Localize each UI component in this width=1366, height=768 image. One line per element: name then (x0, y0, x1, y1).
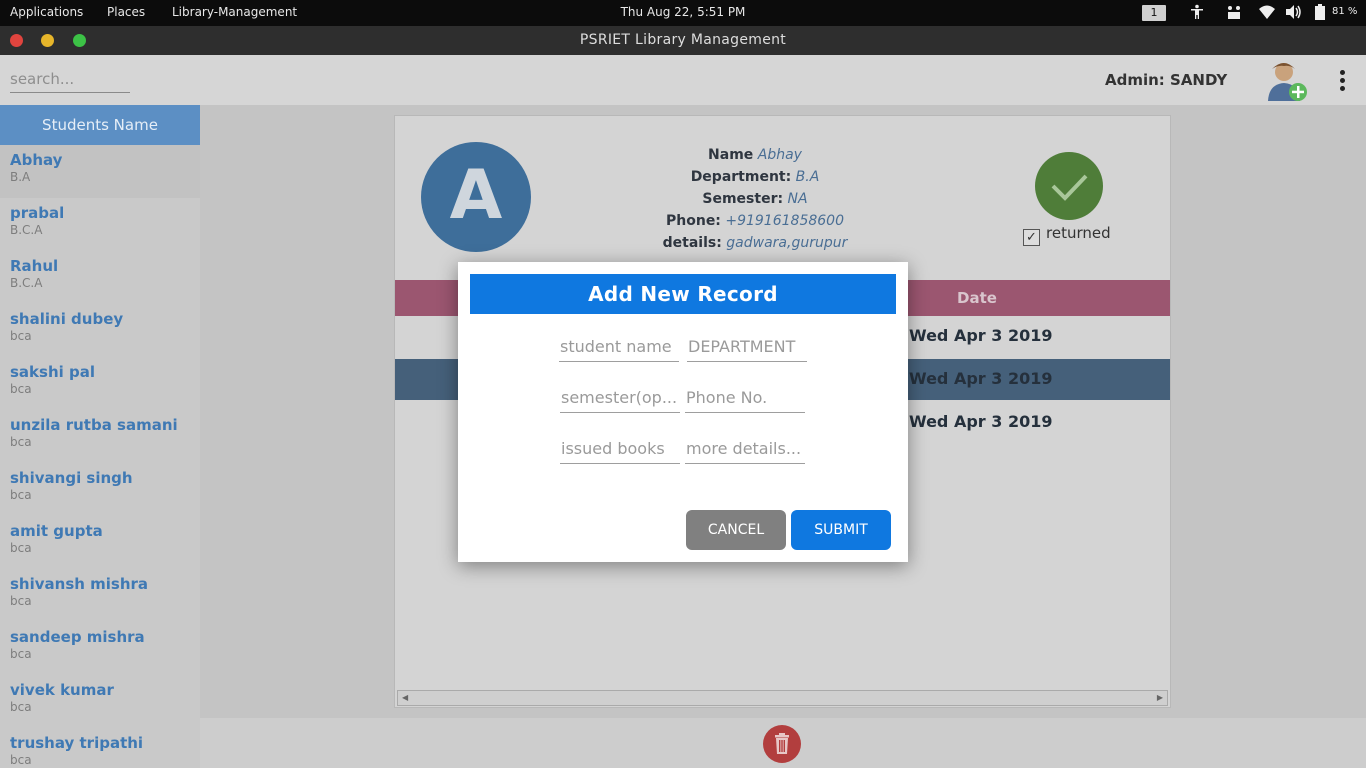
wifi-icon[interactable] (1258, 4, 1276, 22)
semester-value: NA (787, 191, 808, 207)
student-item[interactable]: trushay tripathi bca (0, 728, 200, 768)
student-name: Rahul (10, 257, 59, 275)
student-info: Name Abhay Department: B.A Semester: NA … (605, 144, 905, 254)
student-name-field[interactable] (559, 332, 679, 362)
student-dept: bca (10, 541, 32, 555)
phone-field[interactable] (685, 383, 805, 413)
student-item[interactable]: sakshi pal bca (0, 357, 200, 410)
details-label: details: (662, 235, 722, 251)
student-dept: B.A (10, 170, 31, 184)
student-dept: bca (10, 700, 32, 714)
students-list-header: Students Name (0, 105, 200, 145)
checkbox-check-icon[interactable]: ✓ (1023, 229, 1040, 246)
details-value: gadwara,gurupur (726, 235, 848, 251)
student-name: vivek kumar (10, 681, 114, 699)
cancel-button[interactable]: CANCEL (686, 510, 786, 550)
student-name: Abhay (10, 151, 63, 169)
student-dept: B.C.A (10, 276, 43, 290)
student-item[interactable]: unzila rutba samani bca (0, 410, 200, 463)
date-cell: Wed Apr 3 2019 (909, 412, 1053, 431)
student-dept: bca (10, 753, 32, 767)
admin-label: Admin: SANDY (1105, 71, 1228, 89)
add-user-button[interactable] (1266, 59, 1310, 103)
scroll-right-icon[interactable]: ▶ (1157, 693, 1163, 702)
department-value: B.A (795, 169, 820, 185)
trash-icon (775, 733, 789, 754)
search-input[interactable] (10, 66, 130, 93)
student-item[interactable]: prabal B.C.A (0, 198, 200, 251)
submit-button[interactable]: SUBMIT (791, 510, 891, 550)
date-cell: Wed Apr 3 2019 (909, 326, 1053, 345)
student-name: sakshi pal (10, 363, 95, 381)
department-field[interactable] (687, 332, 807, 362)
student-item[interactable]: shivansh mishra bca (0, 569, 200, 622)
returned-label: returned (1046, 224, 1111, 242)
more-details-field[interactable] (685, 434, 805, 464)
student-item[interactable]: sandeep mishra bca (0, 622, 200, 675)
phone-value: +919161858600 (725, 213, 844, 229)
add-record-dialog: Add New Record CANCEL SUBMIT (458, 262, 908, 562)
network-tray-icon[interactable] (1225, 4, 1243, 22)
student-dept: bca (10, 329, 32, 343)
student-item[interactable]: amit gupta bca (0, 516, 200, 569)
delete-button[interactable] (763, 725, 801, 763)
students-sidebar: Students Name Abhay B.A prabal B.C.A Rahul… (0, 105, 200, 768)
accessibility-icon[interactable] (1188, 4, 1206, 22)
student-dept: bca (10, 594, 32, 608)
date-cell: Wed Apr 3 2019 (909, 369, 1053, 388)
student-name: unzila rutba samani (10, 416, 178, 434)
student-name: amit gupta (10, 522, 103, 540)
battery-percent: 81 % (1332, 6, 1358, 17)
student-dept: B.C.A (10, 223, 43, 237)
battery-icon[interactable] (1311, 4, 1329, 22)
department-label: Department: (690, 169, 792, 185)
date-column-header: Date (957, 289, 997, 307)
horizontal-scrollbar[interactable]: ◀ ▶ (397, 690, 1168, 706)
student-item[interactable]: shivangi singh bca (0, 463, 200, 516)
student-name: shivansh mishra (10, 575, 149, 593)
student-name: shivangi singh (10, 469, 133, 487)
system-top-bar: Applications Places Library-Management T… (0, 0, 1366, 26)
semester-label: Semester: (702, 191, 784, 207)
student-avatar: A (421, 142, 531, 252)
student-item[interactable]: Abhay B.A (0, 145, 200, 198)
add-user-icon (1268, 63, 1307, 101)
issued-books-field[interactable] (560, 434, 680, 464)
student-item[interactable]: shalini dubey bca (0, 304, 200, 357)
student-item[interactable]: vivek kumar bca (0, 675, 200, 728)
more-options-icon[interactable] (1332, 67, 1352, 95)
returned-status-icon (1035, 152, 1103, 220)
name-value: Abhay (757, 147, 802, 163)
student-dept: bca (10, 488, 32, 502)
student-item[interactable]: Rahul B.C.A (0, 251, 200, 304)
student-name: prabal (10, 204, 65, 222)
student-name: shalini dubey (10, 310, 124, 328)
phone-label: Phone: (666, 213, 721, 229)
returned-checkbox[interactable]: ✓ returned (1023, 224, 1111, 246)
student-dept: bca (10, 647, 32, 661)
student-name: sandeep mishra (10, 628, 145, 646)
window-title-bar[interactable]: PSRIET Library Management (0, 26, 1366, 55)
student-dept: bca (10, 435, 32, 449)
window-title: PSRIET Library Management (579, 32, 787, 48)
dialog-title: Add New Record (470, 274, 896, 314)
bottom-bar (200, 718, 1366, 768)
volume-icon[interactable] (1285, 4, 1303, 22)
app-header: Admin: SANDY (0, 55, 1366, 105)
semester-field[interactable] (560, 383, 680, 413)
workspace-indicator[interactable]: 1 (1142, 5, 1166, 21)
student-name: trushay tripathi (10, 734, 144, 752)
student-dept: bca (10, 382, 32, 396)
scroll-left-icon[interactable]: ◀ (402, 693, 408, 702)
name-label: Name (708, 147, 754, 163)
